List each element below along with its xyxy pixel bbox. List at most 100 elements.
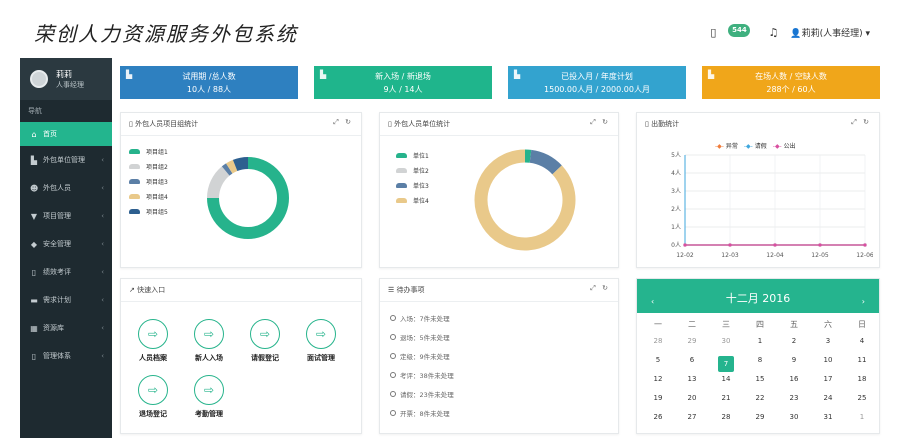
calendar-header: ‹ 十二月 2016 ›	[637, 279, 879, 313]
sidebar-item-2[interactable]: ☻ 外包人员 ‹	[20, 174, 112, 202]
calendar-day[interactable]: 16	[777, 375, 811, 383]
panel-tools[interactable]: ⤢ ↻	[851, 118, 871, 127]
calendar-day[interactable]: 26	[641, 413, 675, 421]
todo-item[interactable]: 考评：38件未处理	[390, 370, 454, 380]
calendar-day[interactable]: 6	[675, 356, 709, 364]
panel-tools[interactable]: ⤢ ↻	[590, 284, 610, 293]
calendar-day[interactable]: 10	[811, 356, 845, 364]
legend-marker	[129, 209, 140, 214]
calendar-day[interactable]: 18	[845, 375, 879, 383]
pie-slice-4	[232, 157, 249, 172]
calendar-day[interactable]: 12	[641, 375, 675, 383]
calendar-day[interactable]: 21	[709, 394, 743, 402]
calendar-day[interactable]: 13	[675, 375, 709, 383]
stat-card-0[interactable]: ▙ 试用期 /总人数 10人 / 88人	[120, 66, 298, 99]
stat-label: 在场人数 / 空缺人数	[755, 72, 827, 81]
user-menu[interactable]: 👤莉莉(人事经理) ▾	[790, 26, 870, 39]
quick-entry-title: ↗ 快速入口	[129, 286, 166, 294]
mobile-icon[interactable]: ▯	[710, 26, 716, 39]
y-tick-label: 1人	[671, 224, 681, 231]
quick-entry-button[interactable]: ⇨ 人员档案	[133, 319, 173, 363]
todo-item[interactable]: 开票：8件未处理	[390, 408, 450, 418]
calendar-day[interactable]: 11	[845, 356, 879, 364]
app-title: 荣创人力资源服务外包系统	[34, 22, 298, 46]
calendar-day[interactable]: 28	[641, 337, 675, 345]
calendar-next-button[interactable]: ›	[862, 297, 865, 306]
quick-entry-button[interactable]: ⇨ 面试管理	[301, 319, 341, 363]
chevron-left-icon: ‹	[101, 212, 104, 220]
entry-icon: ⇨	[250, 319, 280, 349]
panel-tools[interactable]: ⤢ ↻	[333, 118, 353, 127]
legend-item[interactable]: 项目组4	[129, 192, 168, 201]
sidebar-profile[interactable]: 莉莉 人事经理	[20, 58, 112, 100]
sidebar-item-7[interactable]: ▦ 资源库 ‹	[20, 314, 112, 342]
calendar-day[interactable]: 17	[811, 375, 845, 383]
stat-card-1[interactable]: ▙ 新入场 / 新退场 9人 / 14人	[314, 66, 492, 99]
sidebar-item-4[interactable]: ◆ 安全管理 ‹	[20, 230, 112, 258]
project-pie-chart	[207, 157, 289, 239]
header-actions: ▯ 544 ♫ 👤莉莉(人事经理) ▾	[710, 24, 870, 40]
calendar-day[interactable]: 1	[743, 337, 777, 345]
calendar-day[interactable]: 30	[777, 413, 811, 421]
sidebar-item-8[interactable]: ▯ 管理体系 ‹	[20, 342, 112, 370]
calendar-day[interactable]: 9	[777, 356, 811, 364]
calendar-day[interactable]: 15	[743, 375, 777, 383]
sidebar-item-1[interactable]: ▙ 外包单位管理 ‹	[20, 146, 112, 174]
quick-entry-button[interactable]: ⇨ 请假登记	[245, 319, 285, 363]
sidebar-item-5[interactable]: ▯ 绩效考评 ‹	[20, 258, 112, 286]
calendar-day[interactable]: 22	[743, 394, 777, 402]
quick-entry-button[interactable]: ⇨ 考勤管理	[189, 375, 229, 419]
quick-entry-button[interactable]: ⇨ 退场登记	[133, 375, 173, 419]
calendar-day[interactable]: 1	[845, 413, 879, 421]
legend-label: 项目组4	[146, 194, 168, 201]
x-tick-label: 12-06	[856, 252, 873, 259]
todo-label: 请假：23件未处理	[400, 391, 454, 399]
legend-item[interactable]: 项目组1	[129, 147, 168, 156]
legend-label: 单位2	[413, 168, 429, 175]
todo-item[interactable]: 请假：23件未处理	[390, 389, 454, 399]
series-point	[818, 243, 822, 247]
todo-label: 开票：8件未处理	[400, 410, 450, 418]
legend-item[interactable]: 单位1	[396, 151, 429, 160]
stat-card-3[interactable]: ▙ 在场人数 / 空缺人数 288个 / 60人	[702, 66, 880, 99]
todo-item[interactable]: 退场：5件未处理	[390, 332, 450, 342]
quick-entry-label: 新人入场	[195, 354, 223, 362]
legend-item[interactable]: 单位2	[396, 166, 429, 175]
legend-item[interactable]: 单位3	[396, 181, 429, 190]
calendar-day[interactable]: 5	[641, 356, 675, 364]
panel-tools[interactable]: ⤢ ↻	[590, 118, 610, 127]
calendar-day[interactable]: 25	[845, 394, 879, 402]
sidebar-item-6[interactable]: ▬ 需求计划 ‹	[20, 286, 112, 314]
chat-icon[interactable]: 544	[728, 24, 756, 40]
calendar-day[interactable]: 7	[709, 356, 743, 372]
calendar-day[interactable]: 2	[777, 337, 811, 345]
calendar-day[interactable]: 27	[675, 413, 709, 421]
calendar-day[interactable]: 20	[675, 394, 709, 402]
legend-item[interactable]: 单位4	[396, 196, 429, 205]
sidebar-item-3[interactable]: ▼ 项目管理 ‹	[20, 202, 112, 230]
calendar-day[interactable]: 28	[709, 413, 743, 421]
sidebar-item-0[interactable]: ⌂ 首页	[20, 122, 112, 146]
calendar-day[interactable]: 31	[811, 413, 845, 421]
legend-item[interactable]: 项目组5	[129, 207, 168, 216]
todo-item[interactable]: 定级：9件未处理	[390, 351, 450, 361]
stat-card-2[interactable]: ▙ 已投入月 / 年度计划 1500.00人月 / 2000.00人月	[508, 66, 686, 99]
calendar-day[interactable]: 8	[743, 356, 777, 364]
calendar-day[interactable]: 29	[743, 413, 777, 421]
todo-item[interactable]: 入场：7件未处理	[390, 313, 450, 323]
stat-value: 9人 / 14人	[383, 85, 423, 94]
circle-icon	[390, 391, 396, 397]
legend-label: 项目组2	[146, 164, 168, 171]
bell-icon[interactable]: ♫	[768, 26, 778, 39]
calendar-day[interactable]: 14	[709, 375, 743, 383]
calendar-day[interactable]: 4	[845, 337, 879, 345]
calendar-day[interactable]: 23	[777, 394, 811, 402]
calendar-day[interactable]: 30	[709, 337, 743, 345]
calendar-day[interactable]: 24	[811, 394, 845, 402]
calendar-day[interactable]: 19	[641, 394, 675, 402]
calendar-day[interactable]: 3	[811, 337, 845, 345]
legend-item[interactable]: 项目组2	[129, 162, 168, 171]
calendar-day[interactable]: 29	[675, 337, 709, 345]
legend-item[interactable]: 项目组3	[129, 177, 168, 186]
quick-entry-button[interactable]: ⇨ 新人入场	[189, 319, 229, 363]
